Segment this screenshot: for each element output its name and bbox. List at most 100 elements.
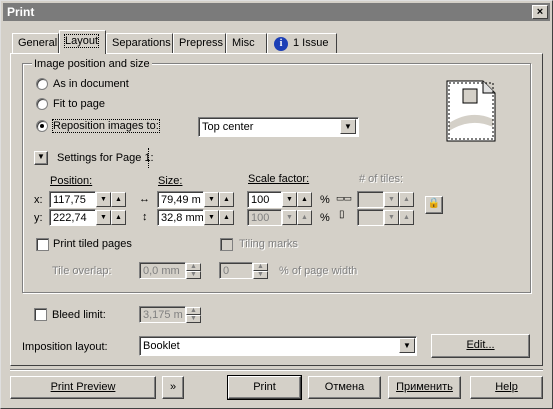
expand-preview-button[interactable]: » <box>162 376 184 399</box>
reposition-select[interactable]: Top center <box>198 117 359 137</box>
position-x-value: 117,75 <box>53 194 86 206</box>
page-width-value: 0 <box>223 265 230 277</box>
close-icon: × <box>536 6 544 18</box>
position-x-field[interactable]: 117,75 <box>49 191 96 208</box>
tiles-horizontal-icon: ▭▭ <box>336 193 352 203</box>
tile-overlap-down: ▼ <box>186 271 201 279</box>
window-title: Print <box>7 5 35 19</box>
position-label: Position: <box>50 175 93 187</box>
imposition-layout-label: Imposition layout: <box>22 341 108 353</box>
position-x-up[interactable]: ▲ <box>111 192 126 207</box>
scale-factor-label: Scale factor: <box>248 173 310 185</box>
bleed-limit-checkbox[interactable] <box>34 308 47 321</box>
tiles-x-field <box>357 191 384 208</box>
height-arrows-icon: ↕ <box>142 211 148 223</box>
tab-prepress-label: Prepress <box>179 37 224 49</box>
fit-to-page-radio[interactable] <box>36 98 48 110</box>
scale-x-percent: % <box>320 194 330 206</box>
tab-prepress[interactable]: Prepress <box>173 33 226 53</box>
position-y-up[interactable]: ▲ <box>111 210 126 225</box>
expand-icon: » <box>169 381 177 393</box>
scale-x-up[interactable]: ▲ <box>297 192 312 207</box>
print-button-label: Print <box>253 381 276 393</box>
scale-y-value: 100 <box>251 212 270 224</box>
tiles-y-down: ▼ <box>384 210 399 225</box>
tab-misc-label: Misc <box>232 37 255 49</box>
tile-overlap-label: Tile overlap: <box>52 265 112 277</box>
tile-overlap-value: 0,0 mm <box>143 265 180 277</box>
print-dialog: Print × General Layout Separations Prepr… <box>0 0 553 409</box>
position-y-down[interactable]: ▼ <box>96 210 111 225</box>
tab-general[interactable]: General <box>12 33 59 53</box>
apply-button[interactable]: Применить <box>388 376 461 399</box>
bleed-limit-field: 3,175 m <box>139 306 186 323</box>
tile-overlap-field: 0,0 mm <box>139 262 186 279</box>
imposition-layout-value: Booklet <box>143 340 180 352</box>
height-up[interactable]: ▲ <box>219 210 234 225</box>
lock-button[interactable]: 🔒 <box>425 196 443 214</box>
as-in-document-label: As in document <box>53 78 129 90</box>
tab-layout-label: Layout <box>63 34 100 48</box>
bleed-limit-value: 3,175 m <box>143 309 183 321</box>
print-preview-button[interactable]: Print Preview <box>10 376 156 399</box>
chevron-down-icon[interactable]: ▼ <box>340 119 356 134</box>
settings-toggle-button[interactable]: ▼ <box>34 151 48 165</box>
scale-y-up: ▲ <box>297 210 312 225</box>
bleed-limit-down: ▼ <box>186 315 201 323</box>
height-value: 32,8 mm <box>161 212 204 224</box>
page-preview-icon <box>446 80 496 142</box>
width-field[interactable]: 79,49 m <box>157 191 204 208</box>
scale-x-value: 100 <box>251 194 270 206</box>
lock-icon: 🔒 <box>427 198 441 209</box>
reposition-value: Top center <box>202 121 254 133</box>
print-button[interactable]: Print <box>227 375 302 400</box>
edit-button-label: Edit... <box>466 339 495 351</box>
as-in-document-radio[interactable] <box>36 78 48 90</box>
info-icon: i <box>274 37 288 51</box>
size-label: Size: <box>158 175 183 187</box>
apply-button-label: Применить <box>396 381 453 393</box>
tile-overlap-up: ▲ <box>186 263 201 271</box>
fit-to-page-label: Fit to page <box>53 98 105 110</box>
page-width-up: ▲ <box>253 263 268 271</box>
tab-separations[interactable]: Separations <box>106 33 173 53</box>
print-preview-label: Print Preview <box>50 381 116 393</box>
width-arrows-icon: ↔ <box>139 193 150 205</box>
footer-separator <box>10 369 543 371</box>
tab-issues[interactable]: i 1 Issue <box>267 33 337 53</box>
imposition-chevron-down-icon[interactable]: ▼ <box>399 338 415 353</box>
close-button[interactable]: × <box>532 5 548 19</box>
y-label: y: <box>34 212 43 224</box>
tiles-y-field <box>357 209 384 226</box>
tab-misc[interactable]: Misc <box>226 33 267 53</box>
print-tiled-label: Print tiled pages <box>53 238 132 250</box>
scale-y-field: 100 <box>247 209 282 226</box>
print-tiled-checkbox[interactable] <box>36 238 49 251</box>
cancel-button[interactable]: Отмена <box>308 376 381 399</box>
cancel-button-label: Отмена <box>324 381 365 393</box>
title-bar: Print × <box>3 3 550 21</box>
width-down[interactable]: ▼ <box>204 192 219 207</box>
help-button-label: Help <box>495 381 518 393</box>
reposition-images-radio[interactable] <box>36 120 48 132</box>
tiles-vertical-icon: ▯ <box>339 209 345 220</box>
tiling-marks-checkbox <box>220 238 233 251</box>
height-down[interactable]: ▼ <box>204 210 219 225</box>
scale-x-field[interactable]: 100 <box>247 191 282 208</box>
tab-general-label: General <box>18 37 58 49</box>
group-title: Image position and size <box>32 58 152 70</box>
height-field[interactable]: 32,8 mm <box>157 209 204 226</box>
help-button[interactable]: Help <box>470 376 543 399</box>
tiles-x-down: ▼ <box>384 192 399 207</box>
edit-button[interactable]: Edit... <box>431 334 530 358</box>
tab-separations-label: Separations <box>112 37 171 49</box>
tiles-count-label: # of tiles: <box>359 173 404 185</box>
position-y-field[interactable]: 222,74 <box>49 209 96 226</box>
width-up[interactable]: ▲ <box>219 192 234 207</box>
scale-x-down[interactable]: ▼ <box>282 192 297 207</box>
settings-divider <box>148 148 149 168</box>
tab-layout[interactable]: Layout <box>59 30 106 54</box>
imposition-layout-select[interactable]: Booklet <box>139 336 417 356</box>
position-x-down[interactable]: ▼ <box>96 192 111 207</box>
x-label: x: <box>34 194 43 206</box>
